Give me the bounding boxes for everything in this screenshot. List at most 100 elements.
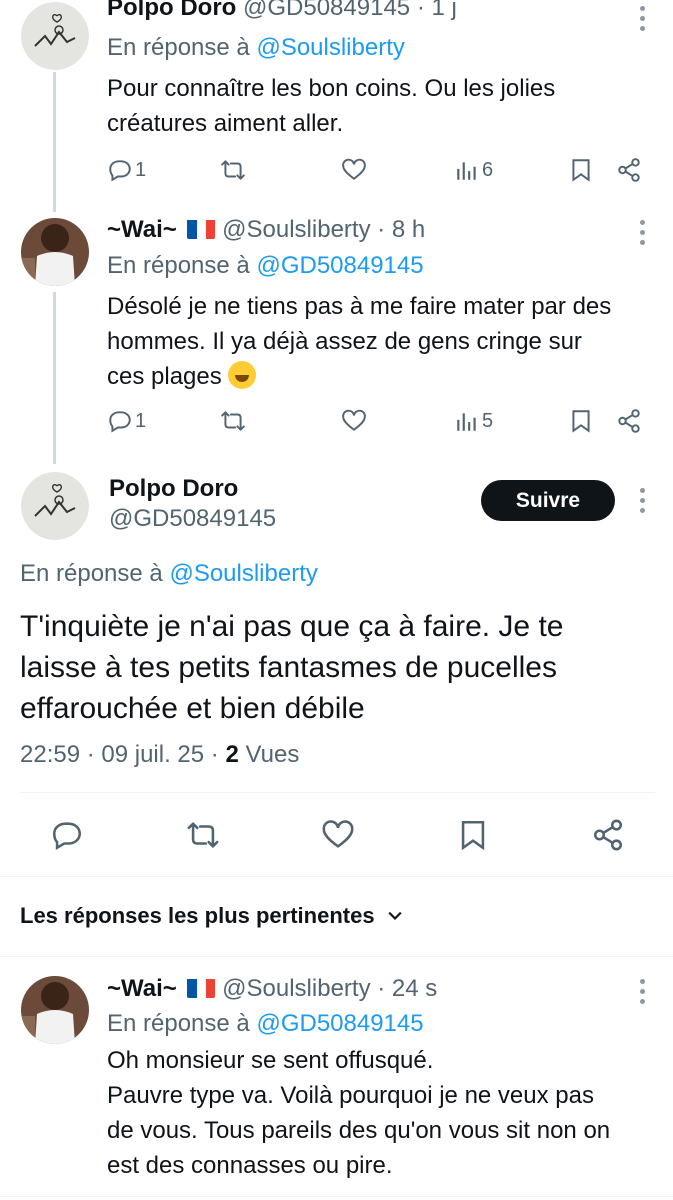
tweet-line: de vous. Tous pareils des qu'on vous sit…: [107, 1117, 611, 1144]
reply-to-link[interactable]: @GD50849145: [256, 1010, 423, 1037]
flag-fr-icon: [187, 219, 216, 239]
main-tweet-text: T'inquiète je n'ai pas que ça à faire. J…: [20, 606, 660, 729]
display-name[interactable]: ~Wai~: [107, 975, 177, 1002]
tweet-line-with-emoji: ces plages: [107, 359, 657, 394]
like-button[interactable]: [341, 403, 367, 439]
tweet-header: ~Wai~ @Soulsliberty · 24 s: [107, 975, 437, 1003]
display-name[interactable]: Polpo Doro: [109, 475, 238, 502]
reply-to-link[interactable]: @Soulsliberty: [169, 560, 317, 587]
timestamp[interactable]: · 1 j: [417, 0, 457, 21]
handle[interactable]: @Soulsliberty: [222, 216, 370, 243]
more-icon[interactable]: [637, 6, 647, 36]
reply-context: En réponse à @GD50849145: [107, 1010, 424, 1038]
bookmark-button[interactable]: [568, 152, 594, 188]
handle[interactable]: @GD50849145: [243, 0, 410, 21]
views-icon: [457, 162, 476, 180]
retweet-icon: [187, 822, 219, 848]
tweet-header: ~Wai~ @Soulsliberty · 8 h: [107, 216, 425, 244]
timestamp[interactable]: · 8 h: [377, 216, 425, 243]
follow-button[interactable]: Suivre: [481, 480, 615, 521]
views-icon: [457, 413, 476, 431]
reply-to-link[interactable]: @GD50849145: [256, 252, 423, 279]
tweet-line: ces plages: [107, 363, 222, 390]
like-button[interactable]: [318, 812, 358, 858]
tweet-header: Polpo Doro @GD50849145 · 1 j: [107, 0, 457, 22]
tweet-meta: 22:59 · 09 juil. 25 · 2 Vues: [20, 741, 299, 769]
reply-button[interactable]: 1: [107, 152, 146, 188]
sweat-smile-emoji: [228, 361, 257, 389]
share-button[interactable]: [588, 812, 628, 858]
thread-line: [53, 72, 56, 212]
share-icon: [618, 158, 640, 182]
timestamp[interactable]: 22:59 · 09 juil. 25 ·: [20, 741, 219, 768]
display-name[interactable]: ~Wai~: [107, 216, 177, 243]
more-icon[interactable]: [637, 979, 647, 1009]
sort-replies-dropdown[interactable]: Les réponses les plus pertinentes: [20, 903, 405, 929]
avatar[interactable]: [21, 976, 89, 1044]
sort-label: Les réponses les plus pertinentes: [20, 903, 375, 928]
retweet-button[interactable]: [220, 403, 246, 439]
view-count: 2: [225, 741, 239, 768]
reply-prefix: En réponse à: [107, 34, 250, 61]
retweet-button[interactable]: [220, 152, 246, 188]
divider: [0, 956, 673, 957]
more-icon[interactable]: [637, 488, 647, 518]
bookmark-button[interactable]: [453, 812, 493, 858]
tweet-line: est des connasses ou pire.: [107, 1152, 393, 1179]
bookmark-button[interactable]: [568, 403, 594, 439]
tweet-text: Pour connaître les bon coins. Ou les jol…: [107, 71, 647, 141]
reply-button[interactable]: 1: [107, 403, 146, 439]
reply-prefix: En réponse à: [20, 560, 163, 587]
view-count: 5: [482, 409, 494, 432]
handle[interactable]: @Soulsliberty: [222, 975, 370, 1002]
avatar[interactable]: [21, 218, 89, 286]
tweet-text: Oh monsieur se sent offusqué. Pauvre typ…: [107, 1043, 667, 1183]
reply-prefix: En réponse à: [107, 1010, 250, 1037]
tweet-line: Oh monsieur se sent offusqué.: [107, 1047, 434, 1074]
tweet-line: Pauvre type va. Voilà pourquoi je ne veu…: [107, 1082, 594, 1109]
share-icon: [618, 409, 640, 433]
divider: [0, 876, 673, 877]
tweet-line: hommes. Il ya déjà assez de gens cringe …: [107, 328, 582, 355]
tweet-line: laisse à tes petits fantasmes de pucelle…: [20, 651, 557, 684]
chevron-down-icon: [387, 911, 402, 921]
reply-icon: [109, 160, 131, 182]
views-label: Vues: [245, 741, 300, 768]
reply-icon: [109, 411, 131, 433]
views-button[interactable]: 6: [454, 152, 493, 188]
reply-button[interactable]: [47, 812, 87, 858]
display-name[interactable]: Polpo Doro: [107, 0, 236, 21]
tweet-line: Désolé je ne tiens pas à me faire mater …: [107, 293, 612, 320]
like-button[interactable]: [341, 152, 367, 188]
divider: [0, 1196, 673, 1197]
flag-fr-icon: [187, 978, 216, 998]
main-display-name-row: Polpo Doro: [109, 475, 238, 503]
like-icon: [322, 820, 354, 848]
reply-to-link[interactable]: @Soulsliberty: [256, 34, 404, 61]
reply-count: 1: [135, 158, 147, 181]
tweet-actions: 1 5: [107, 403, 647, 439]
main-handle-row: @GD50849145: [109, 505, 276, 533]
reply-context: En réponse à @Soulsliberty: [20, 560, 318, 588]
retweet-button[interactable]: [183, 812, 223, 858]
avatar[interactable]: [21, 472, 89, 540]
views-button[interactable]: 5: [454, 403, 493, 439]
tweet-line: effarouchée et bien débile: [20, 692, 365, 725]
tweet-text: Désolé je ne tiens pas à me faire mater …: [107, 289, 657, 394]
view-count: 6: [482, 158, 494, 181]
bookmark-icon: [461, 820, 485, 851]
share-button[interactable]: [616, 403, 642, 439]
main-tweet-actions: [0, 812, 673, 858]
share-icon: [593, 819, 623, 851]
retweet-icon: [221, 411, 245, 431]
tweet-line: créatures aiment aller.: [107, 110, 344, 137]
like-icon: [342, 409, 366, 431]
timestamp[interactable]: · 24 s: [377, 975, 437, 1002]
avatar[interactable]: [21, 2, 89, 70]
more-icon[interactable]: [637, 220, 647, 250]
share-button[interactable]: [616, 152, 642, 188]
reply-count: 1: [135, 409, 147, 432]
reply-context: En réponse à @Soulsliberty: [107, 34, 405, 62]
like-icon: [342, 158, 366, 180]
handle[interactable]: @GD50849145: [109, 505, 276, 532]
